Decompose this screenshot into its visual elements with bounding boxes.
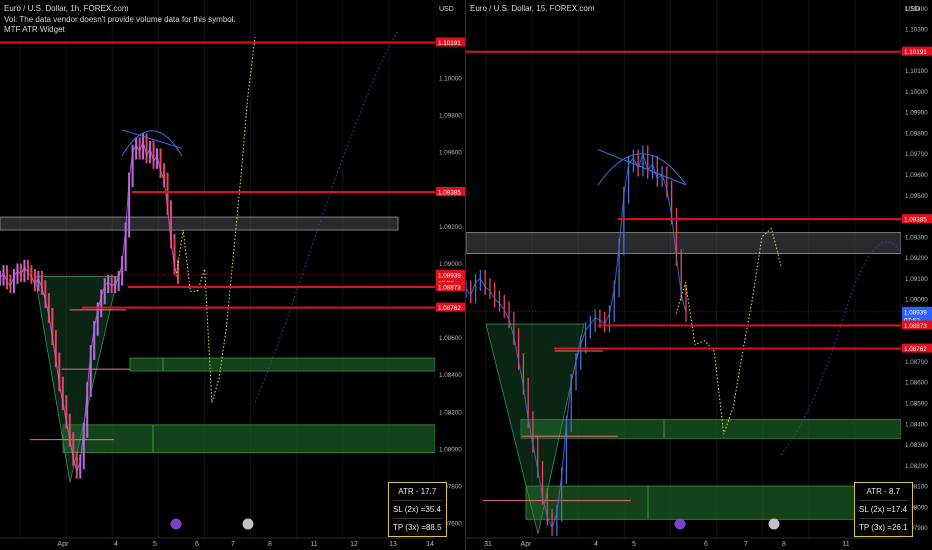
- demand-zone[interactable]: [129, 357, 436, 372]
- chart-panel-1h[interactable]: Euro / U.S. Dollar, 1h, FOREX.com Vol: T…: [0, 0, 466, 550]
- x-tick-label: 12: [350, 541, 358, 548]
- atr-take-profit: TP (3x) =26.1: [859, 523, 908, 532]
- x-tick-label: 4: [594, 541, 598, 548]
- price-tag-label: 1.09385: [904, 217, 927, 224]
- legend-volume-line: Vol: The data vendor doesn't provide vol…: [4, 14, 236, 24]
- x-tick-label: 6: [195, 541, 199, 548]
- x-tick-label: Apr: [521, 541, 533, 548]
- y-tick-label: 1.08600: [439, 335, 462, 342]
- x-tick-label: 11: [310, 541, 317, 548]
- x-tick-label: 31: [484, 541, 492, 548]
- neckline[interactable]: [597, 149, 687, 186]
- price-tag-label: 1.08762: [438, 305, 461, 312]
- economic-event-icon[interactable]: [242, 518, 254, 530]
- atr-value: ATR - 8.7: [859, 483, 908, 501]
- price-tag-label: 1.08762: [904, 346, 927, 353]
- y-tick-label: 1.10000: [905, 89, 928, 96]
- price-tag-label: 1.08939: [904, 309, 927, 316]
- dividend-event-icon[interactable]: [674, 518, 686, 530]
- atr-widget: ATR - 8.7 SL (2x) =17.4 TP (3x) =26.1: [854, 482, 913, 537]
- projection-path[interactable]: [675, 227, 782, 435]
- y-tick-label: 1.09800: [439, 113, 462, 120]
- y-tick-label: 1.10000: [439, 75, 462, 82]
- y-tick-label: 1.09200: [905, 255, 928, 262]
- y-tick-label: 1.08600: [905, 380, 928, 387]
- price-tag-label: 1.09385: [438, 190, 461, 197]
- x-tick-label: 5: [632, 541, 636, 548]
- chart-legend: Euro / U.S. Dollar, 15, FOREX.com: [470, 4, 594, 15]
- x-tick-label: 14: [426, 541, 434, 548]
- legend-indicator-line[interactable]: MTF ATR Widget: [4, 25, 236, 36]
- y-tick-label: 1.08400: [439, 372, 462, 379]
- top-pattern-arc[interactable]: [121, 130, 183, 157]
- y-tick-label: 1.09000: [439, 261, 462, 268]
- y-tick-label: 1.08200: [905, 463, 928, 470]
- x-tick-label: 4: [114, 541, 118, 548]
- x-tick-label: 8: [268, 541, 272, 548]
- y-tick-label: 1.09100: [905, 276, 928, 283]
- y-tick-label: 1.09800: [905, 130, 928, 137]
- y-tick-label: 1.08000: [439, 446, 462, 453]
- legend-symbol-line[interactable]: Euro / U.S. Dollar, 15, FOREX.com: [470, 4, 594, 15]
- top-pattern-arc[interactable]: [597, 153, 687, 186]
- x-tick-label: 11: [842, 541, 849, 548]
- y-tick-label: 1.09300: [905, 234, 928, 241]
- atr-stop-loss: SL (2x) =17.4: [859, 501, 908, 519]
- price-tag-label: 1.08939: [438, 272, 461, 279]
- y-tick-label: 1.09500: [905, 193, 928, 200]
- y-tick-label: 1.08500: [905, 400, 928, 407]
- chart-canvas[interactable]: USD1.104001.103001.101911.101001.100001.…: [466, 0, 932, 550]
- demand-zone[interactable]: [520, 419, 902, 439]
- resistance-zone[interactable]: [0, 216, 399, 231]
- axis-unit-label: USD: [439, 6, 454, 13]
- x-tick-label: 13: [389, 541, 397, 548]
- y-tick-label: 1.09900: [905, 110, 928, 117]
- y-tick-label: 1.08300: [905, 442, 928, 449]
- demand-zone[interactable]: [525, 485, 902, 520]
- x-tick-label: Apr: [58, 541, 70, 548]
- y-tick-label: 1.09700: [905, 151, 928, 158]
- price-tag-label: 1.08873: [904, 323, 927, 330]
- resistance-zone[interactable]: [466, 232, 902, 254]
- dividend-event-icon[interactable]: [170, 518, 182, 530]
- atr-widget: ATR - 17.7 SL (2x) =35.4 TP (3x) =88.5: [388, 482, 447, 537]
- economic-event-icon[interactable]: [768, 518, 780, 530]
- atr-take-profit: TP (3x) =88.5: [393, 523, 442, 532]
- y-tick-label: 1.09600: [439, 150, 462, 157]
- chart-legend: Euro / U.S. Dollar, 1h, FOREX.com Vol: T…: [4, 4, 236, 36]
- price-tag-label: 1.10191: [438, 40, 461, 47]
- atr-value: ATR - 17.7: [393, 483, 442, 501]
- neckline[interactable]: [121, 129, 183, 149]
- chart-canvas[interactable]: USD 1.10191 1.10000 1.09800 1.09600 1.09385 1.…: [0, 0, 466, 550]
- price-tag-label: 1.10191: [904, 49, 927, 56]
- x-tick-label: 7: [744, 541, 748, 548]
- y-tick-label: 1.10300: [905, 27, 928, 34]
- chart-panel-15m[interactable]: Euro / U.S. Dollar, 15, FOREX.com USD 1.1…: [466, 0, 932, 550]
- x-tick-label: 5: [153, 541, 157, 548]
- demand-zone[interactable]: [62, 424, 436, 454]
- y-tick-label: 1.10100: [905, 68, 928, 75]
- x-tick-label: 7: [231, 541, 235, 548]
- y-tick-label: 1.09200: [439, 224, 462, 231]
- x-tick-label: 6: [704, 541, 708, 548]
- atr-stop-loss: SL (2x) =35.4: [393, 501, 442, 519]
- legend-symbol-line[interactable]: Euro / U.S. Dollar, 1h, FOREX.com: [4, 4, 236, 15]
- y-tick-label: 1.09600: [905, 172, 928, 179]
- y-tick-label: 1.09000: [905, 297, 928, 304]
- y-tick-label: 1.08700: [905, 359, 928, 366]
- y-tick-label: 1.10400: [905, 6, 928, 13]
- y-tick-label: 1.08400: [905, 421, 928, 428]
- x-tick-label: 8: [782, 541, 786, 548]
- price-tag-label: 1.08873: [438, 284, 461, 291]
- y-tick-label: 1.08200: [439, 409, 462, 416]
